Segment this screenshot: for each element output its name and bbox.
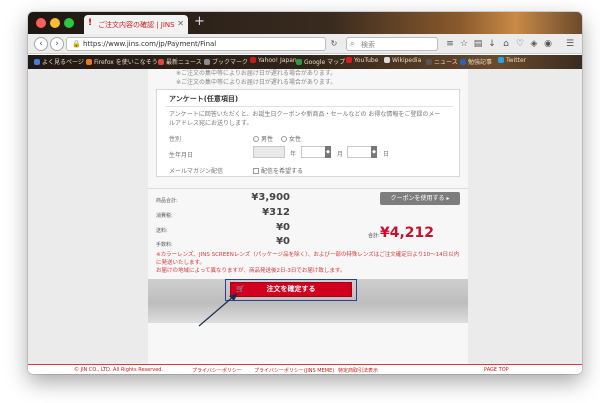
month-unit: 月 — [337, 151, 344, 158]
bookmark-item[interactable]: 最新ニュース — [158, 57, 202, 66]
total-label: 合計: — [368, 233, 380, 239]
use-coupon-button[interactable]: クーポンを使用する ▸ — [380, 192, 460, 205]
screenshot-stage: ! ご注文内容の確認 | JINS ✕ + ‹ › 🔒 https://www.… — [0, 0, 600, 403]
total-value: ¥4,212 — [380, 225, 435, 241]
forward-icon[interactable]: › — [50, 37, 64, 51]
browser-window: ! ご注文内容の確認 | JINS ✕ + ‹ › 🔒 https://www.… — [28, 12, 582, 374]
extension-icon[interactable]: ◈ — [528, 38, 540, 50]
search-icon: ⌕ — [350, 39, 355, 48]
shipping-label: 送料: — [156, 228, 168, 234]
search-placeholder: 検索 — [361, 41, 375, 49]
bookmarks-toolbar: よく見るページ Firefox を使いこなそう 最新ニュース ブックマーク Ya… — [28, 55, 582, 69]
shipping-value: ¥0 — [276, 222, 290, 233]
close-window-button[interactable] — [36, 18, 46, 28]
checkbox-icon — [253, 168, 259, 174]
folder-icon — [204, 59, 210, 65]
pocket-icon[interactable]: ♡ — [514, 38, 526, 50]
back-icon[interactable]: ‹ — [34, 37, 48, 51]
divider — [165, 106, 453, 107]
survey-description: アンケートに回答いただくと、お誕生日クーポンや新商品・セールなどの お得な情報を… — [169, 111, 441, 127]
new-tab-icon[interactable]: + — [194, 14, 205, 29]
fee-value: ¥0 — [276, 236, 290, 247]
firefox-icon — [86, 59, 92, 65]
home-icon[interactable]: ⌂ — [500, 38, 512, 50]
page-top-link[interactable]: PAGE TOP — [484, 367, 509, 373]
bookmark-item[interactable]: Firefox を使いこなそう — [86, 57, 158, 66]
twitter-icon — [498, 57, 504, 63]
bookmark-item[interactable]: YouTube — [346, 57, 378, 64]
menu-icon[interactable]: ☰ — [564, 38, 576, 50]
wikipedia-icon — [384, 57, 390, 63]
bookmark-item[interactable]: よく見るページ — [34, 57, 84, 66]
reading-list-icon[interactable]: ≡ — [444, 38, 456, 50]
checkout-column: ※ご注文の集中等によりお届け日が遅れる場合があります。 ※ご注文の集中等によりお… — [148, 69, 468, 364]
tab-close-icon[interactable]: ✕ — [177, 19, 184, 28]
gender-radio-male[interactable]: 男性 — [253, 134, 273, 143]
tax-label: 消費税: — [156, 213, 173, 219]
news-icon — [158, 59, 164, 65]
subtotal-label: 商品合計: — [156, 198, 178, 204]
youtube-icon — [346, 57, 352, 63]
radio-icon — [281, 136, 287, 142]
url-text: https://www.jins.com/jp/Payment/Final — [83, 40, 217, 48]
downloads-icon[interactable]: ↓ — [486, 38, 498, 50]
subtotal-value: ¥3,900 — [251, 192, 290, 203]
bookmark-item[interactable]: Google マップ — [296, 57, 345, 66]
highlight-box — [225, 279, 357, 301]
gender-label: 性別 — [169, 136, 182, 143]
gender-radio-female[interactable]: 女性 — [281, 134, 301, 143]
footer-link-privacy-meme[interactable]: プライバシーポリシー(JINS MEME) — [254, 367, 334, 374]
warning-icon: ! — [88, 18, 93, 28]
chevron-down-icon[interactable]: ◆ — [371, 146, 377, 158]
search-input[interactable]: ⌕ 検索 — [346, 37, 438, 51]
url-bar[interactable]: 🔒 https://www.jins.com/jp/Payment/Final — [66, 37, 326, 51]
survey-title: アンケート(任意項目) — [169, 95, 239, 103]
folder-icon — [426, 59, 432, 65]
confirm-area: 🛒 注文を確定する — [148, 279, 468, 323]
newsletter-label: メールマガジン配信 — [169, 168, 224, 175]
library-icon[interactable]: ▤ — [472, 38, 484, 50]
birth-year-input[interactable] — [253, 146, 285, 158]
browser-tab-active[interactable]: ! ご注文内容の確認 | JINS ✕ — [84, 15, 188, 34]
shipping-notice: ※カラーレンズ、JINS SCREENレンズ（パッケージ品を除く）、および一部の… — [156, 252, 460, 274]
bookmark-item[interactable]: Twitter — [498, 57, 526, 64]
navigation-toolbar: ‹ › 🔒 https://www.jins.com/jp/Payment/Fi… — [28, 34, 582, 54]
newsletter-checkbox[interactable]: 配信を希望する — [253, 166, 303, 175]
sync-icon[interactable]: ◉ — [542, 38, 554, 50]
footer-link-tokushoho[interactable]: 特定商取引法表示 — [338, 367, 378, 374]
footer-link-privacy[interactable]: プライバシーポリシー — [192, 367, 242, 374]
minimize-window-button[interactable] — [50, 18, 60, 28]
page-footer: © JIN CO., LTD. All Rights Reserved. プライ… — [28, 364, 582, 374]
delivery-note: ※ご注文の集中等によりお届け日が遅れる場合があります。 ※ご注文の集中等によりお… — [176, 70, 337, 86]
year-unit: 年 — [290, 151, 297, 158]
bookmark-item[interactable]: ニュース — [426, 57, 458, 66]
radio-icon — [253, 136, 259, 142]
reload-icon[interactable]: ↻ — [328, 37, 340, 51]
birthday-label: 生年月日 — [169, 152, 194, 159]
bookmark-item[interactable]: Wikipedia — [384, 57, 421, 64]
copyright-text: © JIN CO., LTD. All Rights Reserved. — [74, 367, 164, 373]
folder-icon — [460, 59, 466, 65]
fee-label: 手数料: — [156, 242, 173, 248]
divider — [148, 188, 468, 189]
zoom-window-button[interactable] — [64, 18, 74, 28]
bookmark-star-icon[interactable]: ☆ — [458, 38, 470, 50]
tax-value: ¥312 — [262, 207, 290, 218]
survey-card: アンケート(任意項目) アンケートに回答いただくと、お誕生日クーポンや新商品・セ… — [156, 89, 460, 177]
maps-icon — [296, 59, 302, 65]
bookmark-icon — [34, 59, 40, 65]
page-viewport: ※ご注文の集中等によりお届け日が遅れる場合があります。 ※ご注文の集中等によりお… — [28, 69, 582, 374]
yahoo-icon — [250, 57, 256, 63]
lock-icon: 🔒 — [72, 40, 81, 48]
bookmark-item[interactable]: ブックマーク — [204, 57, 248, 66]
browser-titlebar: ! ご注文内容の確認 | JINS ✕ + — [28, 12, 582, 34]
tab-title: ご注文内容の確認 | JINS — [98, 21, 175, 29]
bookmark-item[interactable]: Yahoo! Japan — [250, 57, 297, 64]
chevron-down-icon[interactable]: ◆ — [325, 146, 331, 158]
day-unit: 日 — [383, 151, 390, 158]
bookmark-item[interactable]: 勉強記事 — [460, 57, 492, 66]
